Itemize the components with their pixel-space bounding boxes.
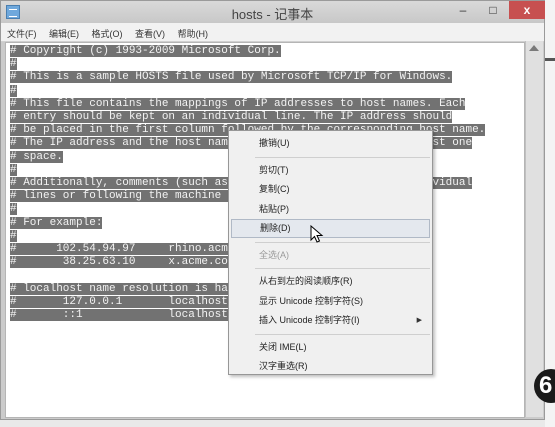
context-menu-item-label: 全选(A) xyxy=(259,249,289,260)
context-menu-item[interactable]: 全选(A) xyxy=(231,246,430,265)
vertical-scrollbar[interactable] xyxy=(525,41,543,417)
editor-line: # xyxy=(10,58,17,71)
mouse-pointer-icon xyxy=(310,225,324,243)
submenu-arrow-icon: ▶ xyxy=(416,317,422,324)
context-menu-item-label: 剪切(T) xyxy=(259,164,289,175)
menu-format[interactable]: 格式(O) xyxy=(87,23,128,40)
menu-separator xyxy=(255,333,430,335)
editor-line: # xyxy=(10,84,17,98)
scroll-up-arrow-icon[interactable] xyxy=(529,45,539,51)
selected-text: # ::1 localhost xyxy=(10,309,228,321)
selected-text: # xyxy=(10,58,17,71)
context-menu-item[interactable]: 删除(D) xyxy=(231,219,430,238)
context-menu-item[interactable]: 撤销(U) xyxy=(231,134,430,153)
context-menu-item-label: 从右到左的阅读顺序(R) xyxy=(259,276,353,286)
selected-text: # xyxy=(10,163,17,176)
close-button[interactable]: x xyxy=(509,1,545,19)
title-bar[interactable]: hosts - 记事本 – □ x xyxy=(1,1,545,23)
editor-line: # xyxy=(10,203,17,216)
editor-line: # Copyright (c) 1993-2009 Microsoft Corp… xyxy=(10,45,281,58)
background-strip xyxy=(545,0,555,427)
selected-text: # This is a sample HOSTS file used by Mi… xyxy=(10,71,453,84)
menu-view[interactable]: 查看(V) xyxy=(130,23,170,40)
context-menu-item-label: 显示 Unicode 控制字符(S) xyxy=(259,295,364,306)
selected-text: # xyxy=(10,229,17,242)
minimize-button[interactable]: – xyxy=(450,1,476,19)
context-menu-item-label: 插入 Unicode 控制字符(I) xyxy=(259,315,360,325)
context-menu-item[interactable]: 复制(C) xyxy=(231,180,430,199)
editor-line: # space. xyxy=(10,150,63,164)
menu-bar: 文件(F) 编辑(E) 格式(O) 查看(V) 帮助(H) xyxy=(1,23,544,42)
context-menu-item[interactable]: 剪切(T) xyxy=(231,161,430,180)
context-menu-item[interactable]: 汉字重选(R) xyxy=(231,357,430,376)
context-menu-item-label: 粘贴(P) xyxy=(259,203,289,214)
context-menu-item[interactable]: 粘贴(P) xyxy=(231,200,430,219)
selected-text: # xyxy=(10,203,17,216)
selected-text: # 127.0.0.1 localhost xyxy=(10,295,228,308)
editor-line: # ::1 localhost xyxy=(10,309,228,322)
selected-text: # Copyright (c) 1993-2009 Microsoft Corp… xyxy=(10,45,281,57)
editor-line: # entry should be kept on an individual … xyxy=(10,111,453,124)
selected-text: # For example: xyxy=(10,216,103,229)
menu-edit[interactable]: 编辑(E) xyxy=(44,23,84,40)
context-menu-item[interactable]: 关闭 IME(L) xyxy=(231,338,430,357)
context-menu-item[interactable]: 从右到左的阅读顺序(R) xyxy=(231,272,430,291)
context-menu-item-label: 复制(C) xyxy=(259,184,290,194)
context-menu-item-label: 关闭 IME(L) xyxy=(259,341,307,352)
menu-separator xyxy=(255,241,430,243)
editor-line: # For example: xyxy=(10,216,103,230)
editor-line: # xyxy=(10,163,17,177)
context-menu: 撤销(U) 剪切(T) 复制(C) 粘贴(P) 删除(D) 全选(A) 从右到左的阅读顺序(… xyxy=(228,130,433,375)
editor-line: # 127.0.0.1 localhost xyxy=(10,295,228,309)
context-menu-item-label: 撤销(U) xyxy=(259,138,290,148)
menu-help[interactable]: 帮助(H) xyxy=(173,23,214,40)
selected-text: # entry should be kept on an individual … xyxy=(10,111,453,123)
context-menu-item[interactable]: 插入 Unicode 控制字符(I) ▶ xyxy=(231,311,430,330)
editor-line: # This file contains the mappings of IP … xyxy=(10,97,466,111)
editor-line: # This is a sample HOSTS file used by Mi… xyxy=(10,71,453,84)
menu-separator xyxy=(255,268,430,269)
maximize-button[interactable]: □ xyxy=(480,1,506,19)
context-menu-item-label: 汉字重选(R) xyxy=(259,361,308,371)
context-menu-item[interactable]: 显示 Unicode 控制字符(S) xyxy=(231,292,430,311)
context-menu-item-label: 删除(D) xyxy=(260,223,291,233)
selected-text: # space. xyxy=(10,150,63,163)
menu-file[interactable]: 文件(F) xyxy=(1,23,42,40)
menu-separator xyxy=(255,156,430,158)
selected-text: # This file contains the mappings of IP … xyxy=(10,97,466,110)
selected-text: # xyxy=(10,84,17,97)
editor-line: # xyxy=(10,229,17,243)
background-divider xyxy=(545,58,555,61)
